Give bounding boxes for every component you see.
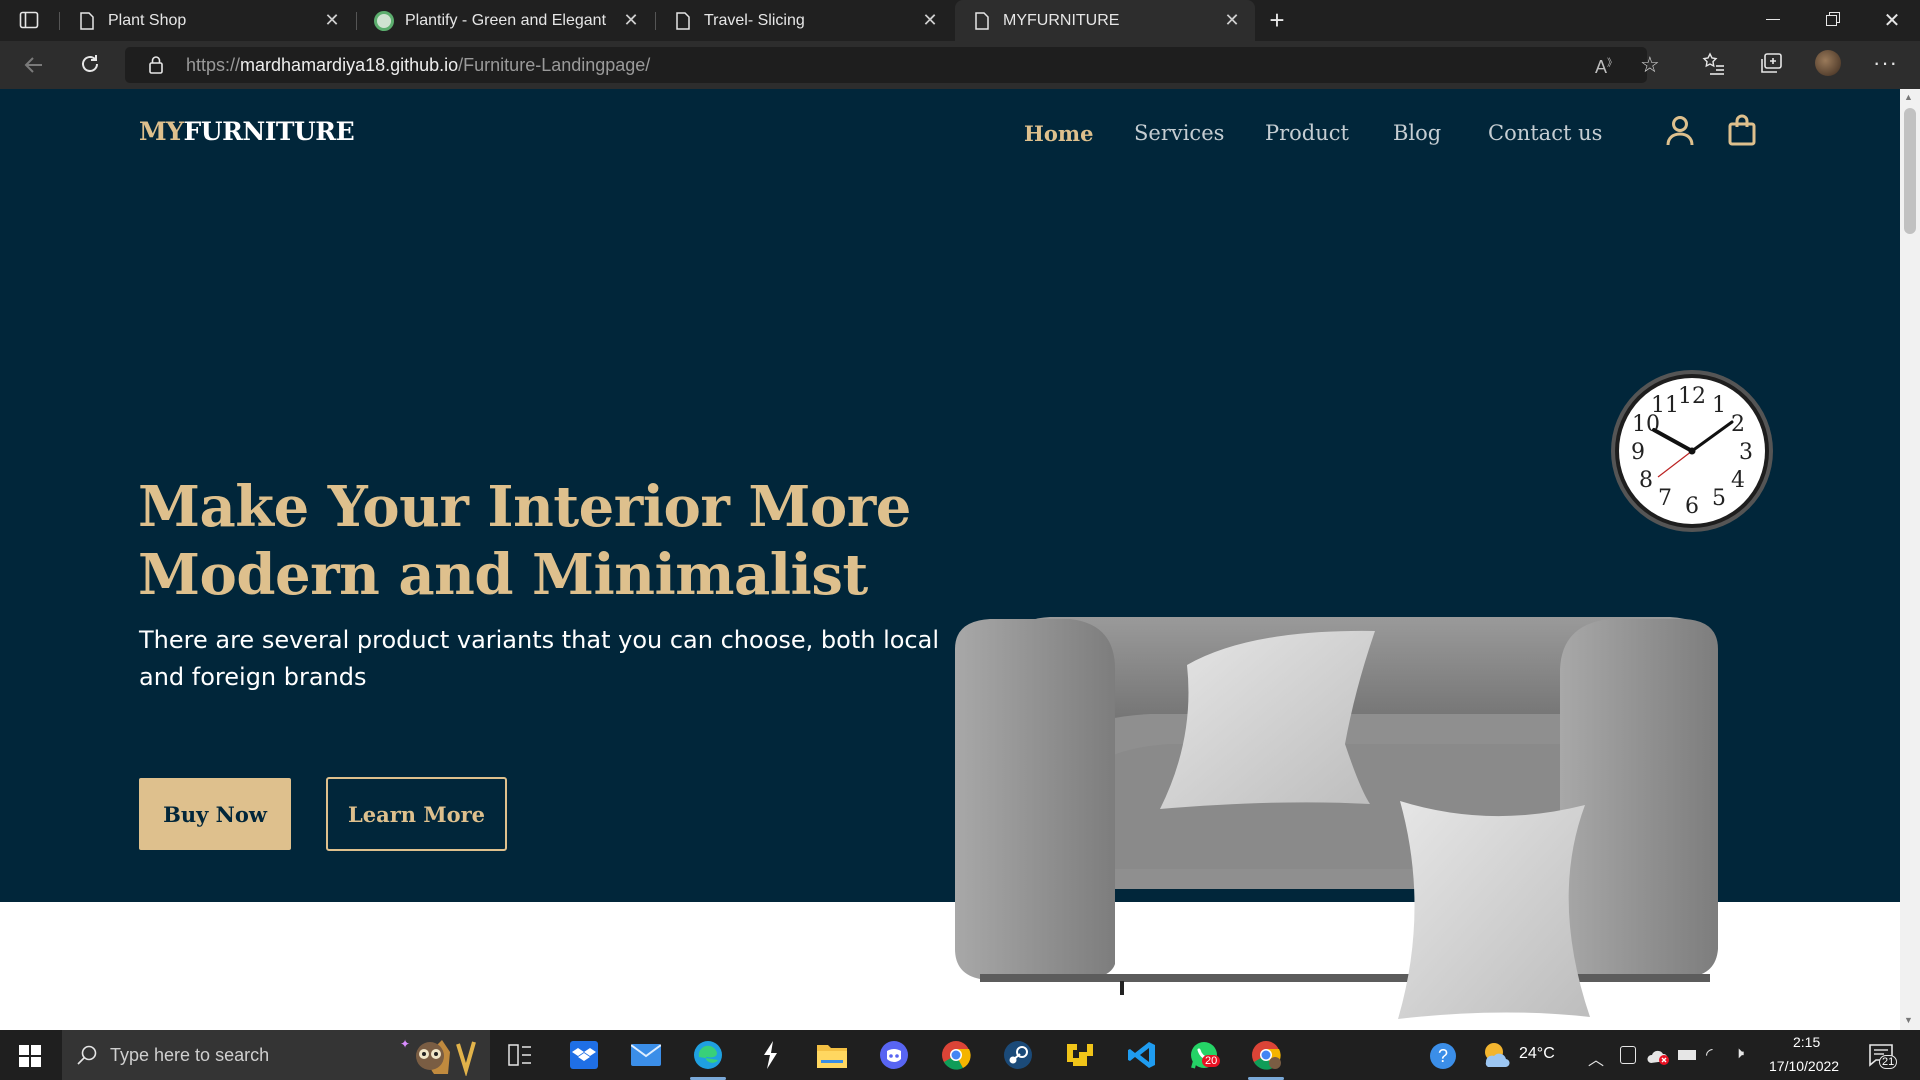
wifi-icon[interactable]: ◜: [1706, 1045, 1713, 1065]
notification-center-icon[interactable]: 21: [1868, 1043, 1898, 1069]
clock-time[interactable]: 2:15: [1793, 1034, 1820, 1050]
sofa-image: [950, 569, 1770, 1019]
profile-avatar[interactable]: [1815, 50, 1841, 76]
hero-headline: Make Your Interior More Modern and Minim…: [138, 474, 911, 608]
cloud-error-icon[interactable]: [1647, 1047, 1671, 1070]
hero-subtext: There are several product variants that …: [139, 626, 939, 691]
buy-now-button[interactable]: Buy Now: [139, 778, 291, 850]
add-favorite-icon[interactable]: ☆: [1640, 52, 1660, 78]
chrome-icon[interactable]: [938, 1037, 974, 1073]
nav-services[interactable]: Services: [1134, 121, 1224, 145]
svg-text:6: 6: [1685, 494, 1699, 519]
taskbar-search-box[interactable]: Type here to search ✦: [62, 1030, 490, 1080]
help-icon[interactable]: ?: [1430, 1043, 1456, 1069]
svg-text:✦: ✦: [400, 1037, 410, 1051]
edge-browser-icon[interactable]: [690, 1037, 726, 1073]
nav-blog[interactable]: Blog: [1393, 121, 1441, 145]
task-view-icon[interactable]: [502, 1037, 538, 1073]
nav-home[interactable]: Home: [1024, 121, 1093, 146]
battery-icon[interactable]: [1678, 1050, 1696, 1060]
page-icon: [76, 11, 98, 30]
page-icon: [971, 11, 993, 30]
svg-text:8: 8: [1639, 468, 1653, 493]
volume-icon[interactable]: 🕨: [1734, 1045, 1744, 1063]
web-page: MYFURNITURE Home Services Product Blog C…: [0, 89, 1900, 1030]
lightning-app-icon[interactable]: [752, 1037, 788, 1073]
search-highlight-owl-icon: ✦: [390, 1034, 488, 1078]
svg-text:3: 3: [1739, 440, 1753, 465]
address-bar[interactable]: https://mardhamardiya18.github.io/Furnit…: [125, 47, 1647, 83]
game-app-icon[interactable]: [1062, 1037, 1098, 1073]
close-icon[interactable]: ✕: [921, 11, 939, 29]
scroll-down-arrow-icon[interactable]: ▼: [1904, 1015, 1913, 1025]
minimize-button[interactable]: [1766, 19, 1780, 20]
read-aloud-icon[interactable]: A》: [1595, 54, 1617, 78]
steam-icon[interactable]: [1000, 1037, 1036, 1073]
page-icon: [672, 11, 694, 30]
url-text: https://mardhamardiya18.github.io/Furnit…: [186, 54, 651, 75]
svg-text:11: 11: [1651, 393, 1679, 418]
tab-title: MYFURNITURE: [1003, 11, 1120, 29]
tab-actions-icon[interactable]: [19, 10, 39, 30]
scrollbar-thumb[interactable]: [1904, 108, 1916, 234]
close-icon[interactable]: ✕: [1223, 11, 1241, 29]
shopping-bag-icon[interactable]: [1727, 114, 1757, 146]
svg-text:12: 12: [1678, 384, 1706, 409]
tab-title: Plant Shop: [108, 11, 187, 29]
user-icon[interactable]: [1665, 115, 1695, 147]
tab-plant-shop[interactable]: Plant Shop ✕: [60, 0, 355, 41]
wall-clock-image: 12 1 2 3 4 5 6 7 8 9 10 11: [1608, 367, 1776, 535]
temperature: 24°C: [1519, 1045, 1555, 1062]
restore-button[interactable]: [1826, 12, 1840, 26]
learn-more-button[interactable]: Learn More: [326, 777, 507, 851]
svg-text:4: 4: [1731, 468, 1745, 493]
chevron-up-icon[interactable]: ︿: [1588, 1046, 1604, 1070]
svg-text:2: 2: [1731, 412, 1745, 437]
more-options-icon[interactable]: ···: [1873, 50, 1898, 76]
whatsapp-icon[interactable]: 20: [1186, 1037, 1222, 1073]
tab-title: Plantify - Green and Elegant: [405, 11, 607, 29]
favorites-icon[interactable]: [1702, 52, 1726, 81]
dropbox-icon[interactable]: [566, 1037, 602, 1073]
svg-text:5: 5: [1712, 486, 1726, 511]
weather-icon[interactable]: [1480, 1040, 1510, 1070]
whatsapp-badge: 20: [1202, 1055, 1221, 1067]
site-logo[interactable]: MYFURNITURE: [139, 117, 355, 146]
chrome-profile-icon[interactable]: [1248, 1037, 1284, 1073]
search-icon: [76, 1044, 98, 1071]
scroll-up-arrow-icon[interactable]: ▲: [1904, 92, 1913, 102]
file-explorer-icon[interactable]: [814, 1037, 850, 1073]
svg-text:9: 9: [1631, 440, 1645, 465]
tab-title: Travel- Slicing: [704, 11, 805, 29]
lock-icon[interactable]: [149, 56, 163, 74]
discord-icon[interactable]: [876, 1037, 912, 1073]
svg-text:1: 1: [1712, 393, 1726, 418]
clock-date[interactable]: 17/10/2022: [1769, 1058, 1839, 1074]
nav-contact-us[interactable]: Contact us: [1488, 121, 1602, 145]
collections-icon[interactable]: [1759, 52, 1783, 81]
plantify-favicon-icon: [373, 10, 395, 31]
new-tab-button[interactable]: +: [1265, 7, 1289, 33]
refresh-icon[interactable]: [78, 52, 102, 76]
close-icon[interactable]: ✕: [323, 11, 341, 29]
svg-text:7: 7: [1658, 486, 1672, 511]
window-close-button[interactable]: ✕: [1882, 8, 1902, 32]
vscode-icon[interactable]: [1124, 1037, 1160, 1073]
nav-product[interactable]: Product: [1265, 121, 1349, 145]
tab-myfurniture[interactable]: MYFURNITURE ✕: [955, 0, 1255, 41]
meet-now-icon[interactable]: [1620, 1046, 1636, 1064]
mail-icon[interactable]: [628, 1037, 664, 1073]
close-icon[interactable]: ✕: [622, 11, 640, 29]
windows-start-icon[interactable]: [19, 1045, 41, 1067]
back-icon[interactable]: [22, 53, 46, 77]
tab-plantify[interactable]: Plantify - Green and Elegant ✕: [357, 0, 654, 41]
tab-travel-slicing[interactable]: Travel- Slicing ✕: [656, 0, 953, 41]
notification-badge: 21: [1879, 1055, 1898, 1069]
